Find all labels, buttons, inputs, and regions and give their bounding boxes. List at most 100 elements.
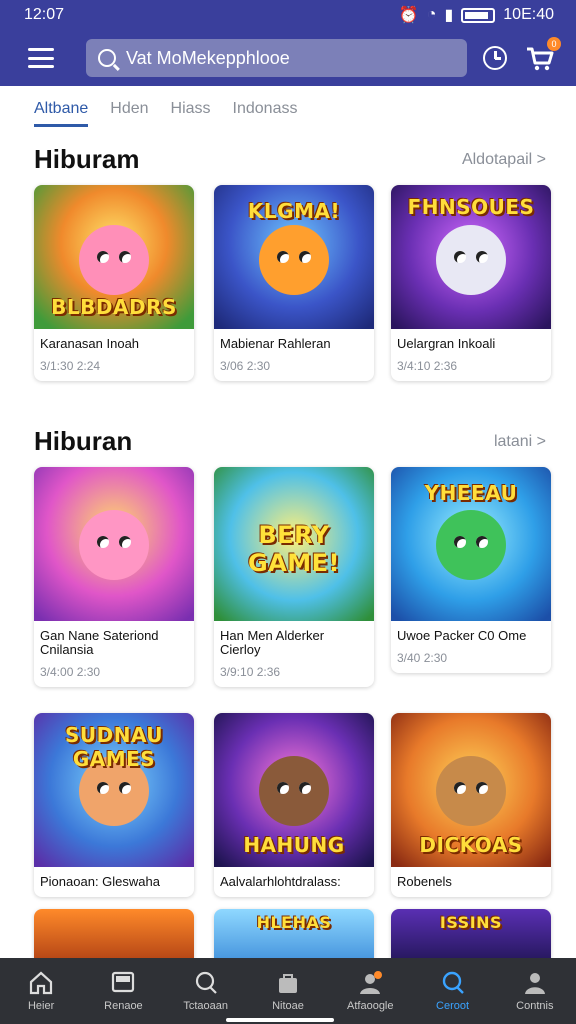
game-card[interactable]: Gan Nane Sateriond Cnilansia 3/4:00 2:30	[34, 467, 194, 687]
nav-home[interactable]: Heier	[5, 970, 77, 1012]
alarm-icon: ⏰	[398, 7, 419, 24]
home-icon	[30, 971, 53, 995]
search-icon	[195, 971, 217, 994]
game-card[interactable]: KLGMA! Mabienar Rahleran 3/06 2:30	[214, 185, 374, 381]
search-text: Vat MoMekepphlooe	[126, 47, 290, 68]
menu-icon[interactable]	[28, 48, 54, 68]
game-meta: 3/1:30 2:24	[40, 359, 101, 373]
see-all-link[interactable]: latani >	[494, 433, 546, 451]
game-logo: ISSINS	[439, 913, 503, 932]
nav-label: Heier	[27, 1000, 55, 1012]
game-logo: HLEHAS	[256, 913, 332, 932]
game-title: Uelargran Inkoali	[397, 336, 496, 351]
cart-icon[interactable]: 0	[525, 37, 561, 73]
nav-label: Nitoae	[272, 1000, 304, 1012]
nav-tctaoaan[interactable]: Tctaoaan	[170, 970, 242, 1012]
game-logo: HAHUNG	[243, 833, 345, 857]
tv-icon	[112, 971, 135, 993]
game-title: Gan Nane Sateriond Cnilansia	[40, 628, 159, 657]
mascot-image	[79, 225, 149, 296]
nav-contnis[interactable]: Contnis	[499, 970, 571, 1012]
game-logo: BLBDADRS	[51, 295, 177, 319]
nav-ceroot[interactable]: Ceroot	[417, 970, 489, 1012]
game-thumbnail: YHEEAU	[391, 467, 551, 621]
game-thumbnail: BERY GAME!	[214, 467, 374, 621]
tab-altbane[interactable]: Altbane	[34, 100, 89, 127]
game-card[interactable]: YHEEAU Uwoe Packer C0 Ome 3/40 2:30	[391, 467, 551, 673]
game-logo: YHEEAU	[424, 481, 518, 505]
section-title: Hiburam	[34, 144, 140, 174]
battery-icon	[461, 7, 496, 23]
status-bar: 12:07 ⏰ ◔ ▮ 10E:40	[0, 0, 576, 30]
game-card[interactable]: HAHUNG Aalvalarhlohtdralass:	[214, 713, 374, 897]
history-icon[interactable]	[483, 46, 507, 70]
search-icon	[98, 49, 116, 67]
mascot-image	[436, 756, 506, 827]
section-header-1: Hiburam Aldotapail >	[34, 144, 546, 175]
game-thumbnail	[34, 467, 194, 621]
home-indicator	[226, 1018, 334, 1022]
game-meta: 3/40 2:30	[397, 651, 448, 665]
game-title: Pionaoan: Gleswaha	[40, 874, 160, 889]
nav-label: Ceroot	[436, 1000, 470, 1012]
wifi-icon: ◔	[426, 6, 437, 23]
see-all-link[interactable]: Aldotapail >	[462, 151, 546, 169]
game-thumbnail: DICKOAS	[391, 713, 551, 867]
game-title: Mabienar Rahleran	[220, 336, 331, 351]
mascot-image	[436, 510, 506, 581]
nav-atfaoogle[interactable]: Atfaoogle	[334, 970, 406, 1012]
nav-renaoe[interactable]: Renaoe	[87, 970, 159, 1012]
status-right-text: 10E:40	[503, 6, 554, 23]
game-meta: 3/4:00 2:30	[40, 665, 101, 679]
game-thumbnail: SUDNAU GAMES	[34, 713, 194, 867]
search-input[interactable]: Vat MoMekepphlooe	[86, 39, 467, 77]
app-bar: Vat MoMekepphlooe 0	[0, 30, 576, 86]
game-logo: DICKOAS	[419, 833, 523, 857]
game-card[interactable]: BLBDADRS Karanasan Inoah 3/1:30 2:24	[34, 185, 194, 381]
tab-indonass[interactable]: Indonass	[233, 100, 298, 127]
game-card[interactable]: DICKOAS Robenels	[391, 713, 551, 897]
bottom-navigation: Heier Renaoe Tctaoaan Nitoae Atfaoogle C…	[0, 958, 576, 1024]
nav-nitoae[interactable]: Nitoae	[252, 970, 324, 1012]
nav-label: Atfaoogle	[347, 1000, 394, 1012]
nav-label: Tctaoaan	[183, 1000, 229, 1012]
game-card[interactable]: FHNSOUES Uelargran Inkoali 3/4:10 2:36	[391, 185, 551, 381]
search-icon	[442, 971, 464, 994]
mascot-image	[436, 225, 506, 296]
game-logo: BERY GAME!	[248, 521, 340, 577]
game-thumbnail: HAHUNG	[214, 713, 374, 867]
status-icons: ⏰ ◔ ▮ 10E:40	[399, 5, 554, 25]
section-title: Hiburan	[34, 426, 133, 456]
game-meta: 3/06 2:30	[220, 359, 271, 373]
game-logo: KLGMA!	[247, 199, 341, 223]
account-icon	[524, 973, 545, 994]
game-title: Karanasan Inoah	[40, 336, 140, 351]
nav-label: Renaoe	[104, 1000, 143, 1012]
person-icon	[360, 971, 383, 994]
mascot-image	[79, 510, 149, 581]
game-card[interactable]: SUDNAU GAMES Pionaoan: Gleswaha	[34, 713, 194, 897]
mascot-image	[259, 756, 329, 827]
section-header-2: Hiburan latani >	[34, 426, 546, 457]
game-card[interactable]: BERY GAME! Han Men Alderker Cierloy 3/9:1…	[214, 467, 374, 687]
signal-icon: ▮	[444, 7, 454, 24]
category-tabs: Altbane Hden Hiass Indonass	[34, 100, 297, 127]
game-title: Aalvalarhlohtdralass:	[220, 874, 341, 889]
game-logo: SUDNAU GAMES	[64, 723, 164, 771]
game-meta: 3/4:10 2:36	[397, 359, 458, 373]
game-title: Uwoe Packer C0 Ome	[397, 628, 527, 643]
tab-hden[interactable]: Hden	[110, 100, 148, 127]
cart-badge: 0	[547, 37, 561, 51]
status-time: 12:07	[24, 6, 65, 23]
nav-label: Contnis	[516, 1000, 554, 1012]
game-logo: FHNSOUES	[407, 195, 535, 219]
game-thumbnail: KLGMA!	[214, 185, 374, 329]
bag-icon	[278, 974, 297, 993]
game-thumbnail: FHNSOUES	[391, 185, 551, 329]
game-title: Han Men Alderker Cierloy	[220, 628, 325, 657]
tab-hiass[interactable]: Hiass	[171, 100, 211, 127]
game-thumbnail: BLBDADRS	[34, 185, 194, 329]
game-title: Robenels	[397, 874, 452, 889]
mascot-image	[259, 225, 329, 296]
game-meta: 3/9:10 2:36	[220, 665, 281, 679]
